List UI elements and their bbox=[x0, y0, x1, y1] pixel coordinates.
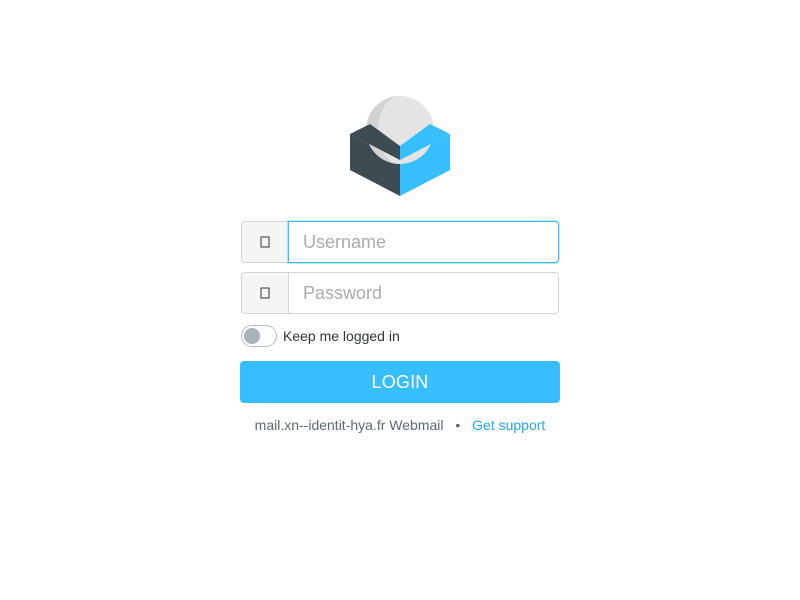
lock-icon bbox=[241, 272, 288, 314]
username-group bbox=[241, 221, 559, 263]
toggle-knob bbox=[244, 328, 260, 344]
login-form: Keep me logged in LOGIN bbox=[240, 221, 560, 403]
username-input[interactable] bbox=[288, 221, 559, 263]
login-page: Keep me logged in LOGIN mail.xn--identit… bbox=[0, 0, 800, 600]
password-input[interactable] bbox=[288, 272, 559, 314]
remember-me-toggle[interactable] bbox=[241, 325, 277, 347]
user-icon bbox=[241, 221, 288, 263]
roundcube-logo-icon bbox=[348, 94, 452, 198]
password-group bbox=[241, 272, 559, 314]
footer: mail.xn--identit-hya.fr Webmail • Get su… bbox=[0, 417, 800, 433]
login-button[interactable]: LOGIN bbox=[240, 361, 560, 403]
remember-me-label[interactable]: Keep me logged in bbox=[283, 328, 400, 344]
product-name: mail.xn--identit-hya.fr Webmail bbox=[254, 417, 444, 433]
remember-me-row: Keep me logged in bbox=[241, 323, 559, 349]
get-support-link[interactable]: Get support bbox=[472, 417, 545, 433]
footer-separator: • bbox=[455, 417, 461, 433]
